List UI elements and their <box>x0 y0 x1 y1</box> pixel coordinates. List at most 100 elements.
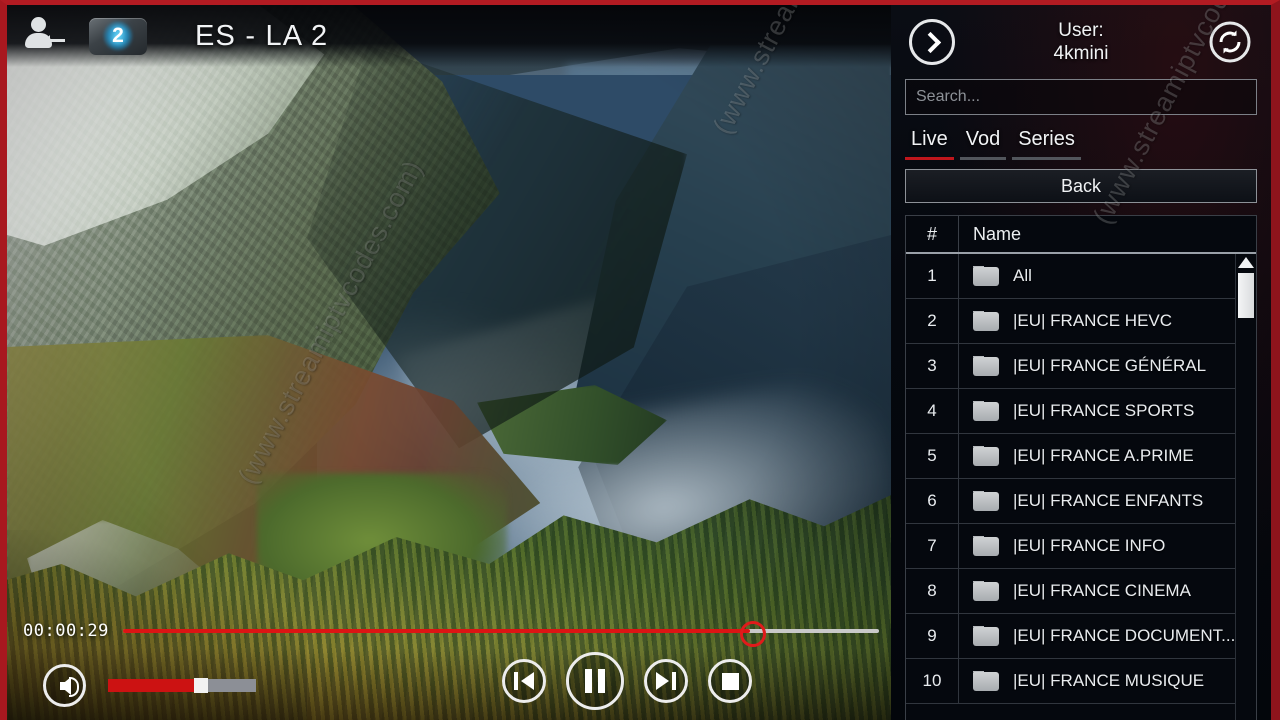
folder-icon <box>973 311 999 331</box>
seek-slider[interactable] <box>122 621 879 647</box>
elapsed-time: 00:00:29 <box>23 621 109 641</box>
row-label: |EU| FRANCE ENFANTS <box>1013 491 1204 510</box>
table-row[interactable]: 3 |EU| FRANCE GÉNÉRAL <box>906 344 1256 389</box>
volume-control-group <box>43 664 256 707</box>
row-name-cell: |EU| FRANCE ENFANTS <box>959 491 1203 511</box>
list-header: # Name <box>906 216 1256 254</box>
row-label: |EU| FRANCE MUSIQUE <box>1013 671 1205 690</box>
scrollbar-thumb[interactable] <box>1238 273 1254 318</box>
video-surface[interactable] <box>7 5 891 720</box>
player-top-bar: 2 ES - LA 2 <box>7 5 891 67</box>
row-index: 1 <box>927 266 937 285</box>
row-index: 2 <box>927 311 937 330</box>
tab-series[interactable]: Series <box>1012 128 1081 160</box>
volume-slider[interactable] <box>108 678 256 693</box>
row-label: |EU| FRANCE INFO <box>1013 536 1166 555</box>
previous-button[interactable] <box>502 659 546 703</box>
row-index: 4 <box>927 401 937 420</box>
tab-live[interactable]: Live <box>905 128 954 160</box>
column-header-name: Name <box>973 223 1022 244</box>
row-label: |EU| FRANCE SPORTS <box>1013 401 1195 420</box>
row-name-cell: |EU| FRANCE MUSIQUE <box>959 671 1204 691</box>
seek-handle[interactable] <box>740 621 767 647</box>
back-button[interactable]: Back <box>905 169 1257 203</box>
table-row[interactable]: 9 |EU| FRANCE DOCUMENT... <box>906 614 1256 659</box>
category-list: # Name 1 All 2 |EU| FRANCE HEVC 3 |EU| FRANCE… <box>905 215 1257 720</box>
folder-icon <box>973 266 999 286</box>
user-caption: User: <box>1058 19 1104 41</box>
row-name-cell: |EU| FRANCE SPORTS <box>959 401 1194 421</box>
row-label: |EU| FRANCE DOCUMENT... <box>1013 626 1236 645</box>
row-name-cell: |EU| FRANCE DOCUMENT... <box>959 626 1235 646</box>
table-row[interactable]: 5 |EU| FRANCE A.PRIME <box>906 434 1256 479</box>
volume-icon[interactable] <box>43 664 86 707</box>
row-label: |EU| FRANCE A.PRIME <box>1013 446 1194 465</box>
chevron-right-icon[interactable] <box>909 19 955 65</box>
category-tabs: Live Vod Series <box>891 115 1271 160</box>
column-header-index: # <box>926 223 937 244</box>
table-row[interactable]: 8 |EU| FRANCE CINEMA <box>906 569 1256 614</box>
row-name-cell: All <box>959 266 1032 286</box>
user-name: 4kmini <box>1053 43 1109 64</box>
row-index: 6 <box>927 491 937 510</box>
pause-button[interactable] <box>566 652 624 710</box>
channel-logo-badge: 2 <box>89 17 147 55</box>
next-button[interactable] <box>644 659 688 703</box>
table-row[interactable]: 10 |EU| FRANCE MUSIQUE <box>906 659 1256 704</box>
folder-icon <box>973 626 999 646</box>
folder-icon <box>973 401 999 421</box>
row-index: 7 <box>927 536 937 555</box>
search-row <box>891 79 1271 115</box>
sound-wave-shape <box>69 677 79 697</box>
row-name-cell: |EU| FRANCE GÉNÉRAL <box>959 356 1206 376</box>
table-row[interactable]: 6 |EU| FRANCE ENFANTS <box>906 479 1256 524</box>
video-vignette <box>7 5 891 720</box>
folder-icon <box>973 581 999 601</box>
list-rows: 1 All 2 |EU| FRANCE HEVC 3 |EU| FRANCE GÉNÉRA… <box>906 254 1256 704</box>
row-index: 8 <box>927 581 937 600</box>
iptv-player-window: 2 ES - LA 2 00:00:29 User: 4kmini Search… <box>0 0 1280 720</box>
list-scrollbar[interactable] <box>1235 254 1256 720</box>
refresh-icon[interactable] <box>1207 19 1253 65</box>
channel-title: ES - LA 2 <box>195 19 329 52</box>
sidebar-header: User: 4kmini <box>891 5 1271 79</box>
folder-icon <box>973 671 999 691</box>
search-input[interactable] <box>905 79 1257 115</box>
channel-logo-number: 2 <box>112 24 124 47</box>
back-arrow-shape <box>44 35 65 47</box>
volume-fill <box>108 679 197 692</box>
row-name-cell: |EU| FRANCE HEVC <box>959 311 1172 331</box>
row-index: 3 <box>927 356 937 375</box>
stop-button[interactable] <box>708 659 752 703</box>
next-icon <box>656 672 676 690</box>
seek-progress-fill <box>122 629 751 633</box>
channel-sidebar: User: 4kmini Live Vod <box>891 5 1271 720</box>
row-label: All <box>1013 266 1032 285</box>
volume-handle[interactable] <box>193 678 208 693</box>
user-back-icon[interactable] <box>21 15 67 57</box>
folder-icon <box>973 356 999 376</box>
previous-icon <box>514 672 534 690</box>
row-label: |EU| FRANCE GÉNÉRAL <box>1013 356 1207 375</box>
scroll-up-arrow-icon[interactable] <box>1238 257 1254 268</box>
row-index: 10 <box>922 671 942 690</box>
player-controls-bar <box>7 648 891 720</box>
table-row[interactable]: 7 |EU| FRANCE INFO <box>906 524 1256 569</box>
tab-vod[interactable]: Vod <box>959 128 1007 160</box>
row-label: |EU| FRANCE HEVC <box>1013 311 1173 330</box>
seek-bar-row: 00:00:29 <box>7 614 891 648</box>
table-row[interactable]: 2 |EU| FRANCE HEVC <box>906 299 1256 344</box>
folder-icon <box>973 446 999 466</box>
row-name-cell: |EU| FRANCE CINEMA <box>959 581 1191 601</box>
stop-icon <box>721 672 739 690</box>
row-label: |EU| FRANCE CINEMA <box>1013 581 1191 600</box>
table-row[interactable]: 4 |EU| FRANCE SPORTS <box>906 389 1256 434</box>
transport-controls <box>502 652 752 710</box>
row-index: 5 <box>927 446 937 465</box>
row-index: 9 <box>927 626 937 645</box>
pause-icon <box>585 669 605 693</box>
user-head-shape <box>31 17 46 32</box>
user-info: User: 4kmini <box>1054 19 1109 65</box>
table-row[interactable]: 1 All <box>906 254 1256 299</box>
row-name-cell: |EU| FRANCE INFO <box>959 536 1165 556</box>
